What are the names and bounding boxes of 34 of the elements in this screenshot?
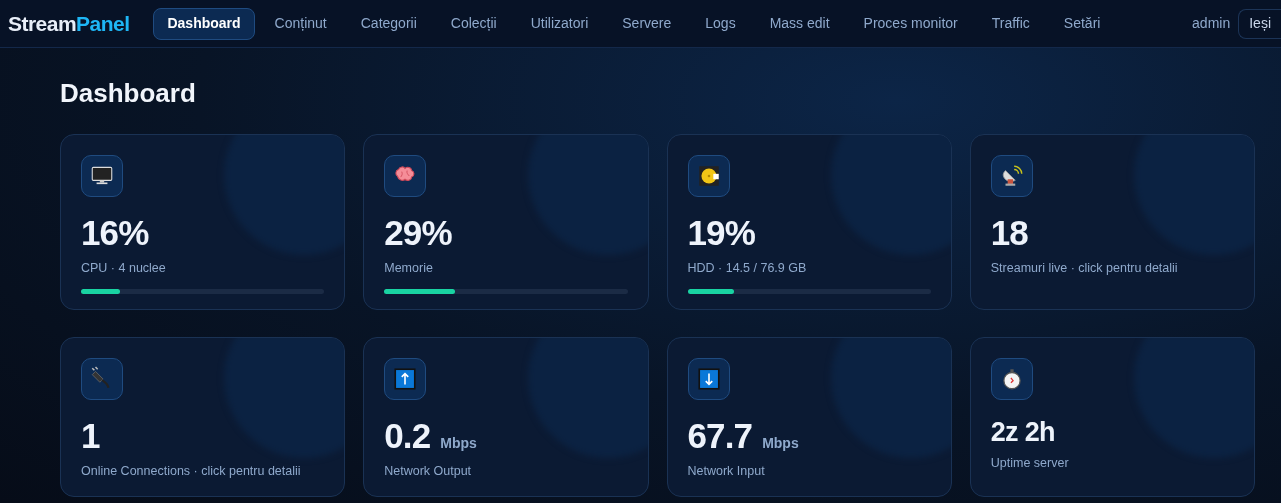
stat-value: 2z 2h [990, 416, 1055, 449]
nav-tab[interactable]: Conținut [260, 7, 341, 40]
brand-logo-text: Stream [8, 10, 77, 37]
nav-tab[interactable]: Setări [1049, 7, 1115, 40]
nav-tab[interactable]: Colecții [436, 7, 511, 40]
stat-value: 67.7 [687, 415, 753, 457]
stat-label: Network Output [384, 463, 473, 480]
stat-label: Network Input [687, 463, 766, 480]
stat-unit: Mbps [440, 434, 477, 453]
page-title: Dashboard [60, 77, 197, 110]
stat-label: Online Connections · click pentru detalii [81, 463, 302, 480]
stat-label: Streamuri live · click pentru detalii [990, 260, 1179, 277]
stat-value: 18 [990, 212, 1028, 254]
stat-label: Uptime server [990, 455, 1070, 472]
stat-value: 0.2 [384, 415, 431, 457]
stat-value: 1 [81, 415, 100, 457]
nav-tab[interactable]: Logs [691, 7, 750, 40]
username: admin [1192, 14, 1231, 33]
logout-button[interactable]: Ieși [1238, 8, 1281, 39]
nav-tab[interactable]: Traffic [977, 7, 1044, 40]
stat-value: 16% [81, 212, 149, 254]
nav-tab[interactable]: Mass edit [755, 7, 844, 40]
stat-label: Memorie [384, 260, 434, 277]
nav-tab[interactable]: Utilizatori [516, 7, 603, 40]
nav-tab[interactable]: Proces monitor [849, 7, 972, 40]
stat-value: 19% [687, 212, 755, 254]
brand-logo-text: Panel [76, 10, 130, 37]
stat-unit: Mbps [762, 434, 799, 453]
stat-label: HDD · 14.5 / 76.9 GB [687, 260, 808, 277]
stat-label: CPU · 4 nuclee [81, 260, 167, 277]
nav-tab[interactable]: Dashboard [153, 7, 255, 40]
stat-value: 29% [384, 212, 452, 254]
nav-tab[interactable]: Servere [608, 7, 686, 40]
nav-tab[interactable]: Categorii [346, 7, 431, 40]
